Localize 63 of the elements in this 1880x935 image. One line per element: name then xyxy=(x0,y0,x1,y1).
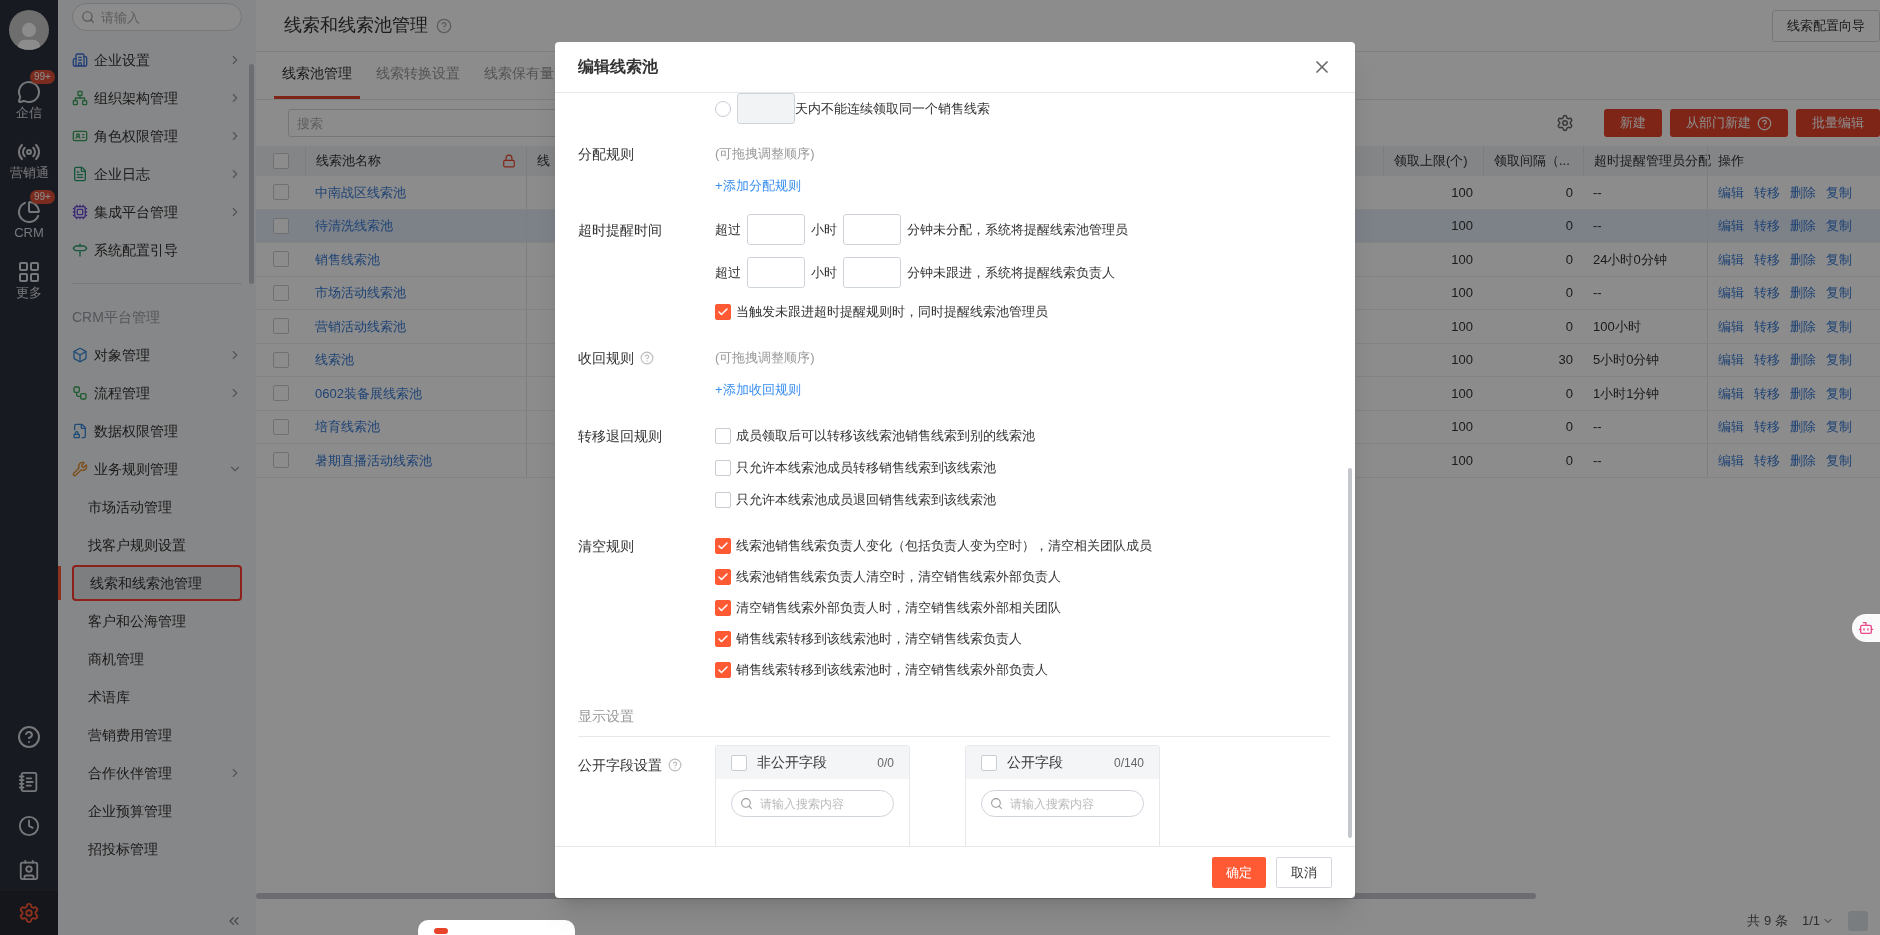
form-label: 公开字段设置 xyxy=(578,755,662,775)
panel-count: 0/0 xyxy=(877,754,894,772)
table-cell-text: 100 xyxy=(1450,284,1474,302)
table-cell-text: 0 xyxy=(1564,451,1574,470)
option-text: 线索池销售线索负责人清空时，清空销售线索外部负责人 xyxy=(736,568,1061,587)
hint-text: (可拖拽调整顺序) xyxy=(715,349,815,367)
option-text: 销售线索转移到该线索池时，清空销售线索外部负责人 xyxy=(736,661,1048,680)
count-badge: 99+ xyxy=(30,70,55,84)
dialog-title: 编辑线索池 xyxy=(578,57,659,77)
option-text: 线索池销售线索负责人变化（包括负责人变为空时），清空相关团队成员 xyxy=(736,537,1152,556)
panel-title: 公开字段 xyxy=(1007,753,1064,772)
option-text: 天内不能连续领取同一个销售线索 xyxy=(795,99,990,118)
table-cell-text: -- xyxy=(1592,284,1603,302)
panel-count: 0/140 xyxy=(1113,754,1144,772)
table-cell-text: 0 xyxy=(1564,384,1574,403)
table-cell-text: 100 xyxy=(1450,451,1474,470)
form-label: 转移退回规则 xyxy=(578,426,662,446)
panel-title: 非公开字段 xyxy=(757,753,828,772)
table-cell-text: 0 xyxy=(1564,217,1574,235)
form-label: 分配规则 xyxy=(578,144,634,164)
table-cell-text: 100 xyxy=(1450,183,1474,202)
option-text: 成员领取后可以转移该线索池销售线索到别的线索池 xyxy=(736,427,1035,446)
column-header: 线索池名称 xyxy=(316,152,382,171)
table-cell-text: 0 xyxy=(1564,418,1574,436)
table-cell-text: -- xyxy=(1592,451,1603,470)
table-cell-text: 0 xyxy=(1564,317,1574,336)
field-prefix: 超过 xyxy=(715,263,741,282)
unit-text: 小时 xyxy=(811,220,837,239)
table-cell-text: 100 xyxy=(1450,418,1474,436)
field-prefix: 超过 xyxy=(715,220,741,239)
option-text: 分钟未跟进，系统将提醒线索负责人 xyxy=(907,263,1115,282)
form-label: 收回规则 xyxy=(578,348,634,368)
option-text: 只允许本线索池成员转移销售线索到该线索池 xyxy=(736,459,996,478)
table-cell-text: 100 xyxy=(1450,351,1474,369)
option-text: 销售线索转移到该线索池时，清空销售线索负责人 xyxy=(736,630,1022,649)
table-cell-text: 100小时 xyxy=(1592,317,1642,336)
option-text: 只允许本线索池成员退回销售线索到该线索池 xyxy=(736,491,996,510)
count-badge: 99+ xyxy=(30,190,55,204)
option-text: 清空销售线索外部负责人时，清空销售线索外部相关团队 xyxy=(736,599,1061,618)
table-cell-text: -- xyxy=(1592,418,1603,436)
table-cell-text: 100 xyxy=(1450,250,1474,269)
option-text: 当触发未跟进超时提醒规则时，同时提醒线索池管理员 xyxy=(736,303,1048,322)
table-cell-text: 100 xyxy=(1450,384,1474,403)
table-cell-text: 24小时0分钟 xyxy=(1592,250,1668,269)
table-cell-text: -- xyxy=(1592,183,1603,202)
total-count: 共 9 条 xyxy=(1747,912,1788,931)
column-header: 线 xyxy=(536,152,551,171)
table-cell-text: 1小时1分钟 xyxy=(1592,384,1661,403)
form-label: 超时提醒时间 xyxy=(578,220,662,240)
table-cell-text: 30 xyxy=(1557,351,1574,369)
unit-text: 小时 xyxy=(811,263,837,282)
hint-text: (可拖拽调整顺序) xyxy=(715,145,815,163)
table-cell-text: 0 xyxy=(1564,284,1574,302)
option-text: 分钟未分配，系统将提醒线索池管理员 xyxy=(907,220,1128,239)
section-heading: 显示设置 xyxy=(578,707,634,726)
table-cell-text: 0 xyxy=(1564,250,1574,269)
table-cell-text: 0 xyxy=(1564,183,1574,202)
table-cell-text: 100 xyxy=(1450,217,1474,235)
table-cell-text: 5小时0分钟 xyxy=(1592,351,1661,369)
page-title: 线索和线索池管理 xyxy=(284,14,428,37)
table-cell-text: 100 xyxy=(1450,317,1474,336)
table-cell-text: -- xyxy=(1592,217,1603,235)
form-label: 清空规则 xyxy=(578,536,634,556)
